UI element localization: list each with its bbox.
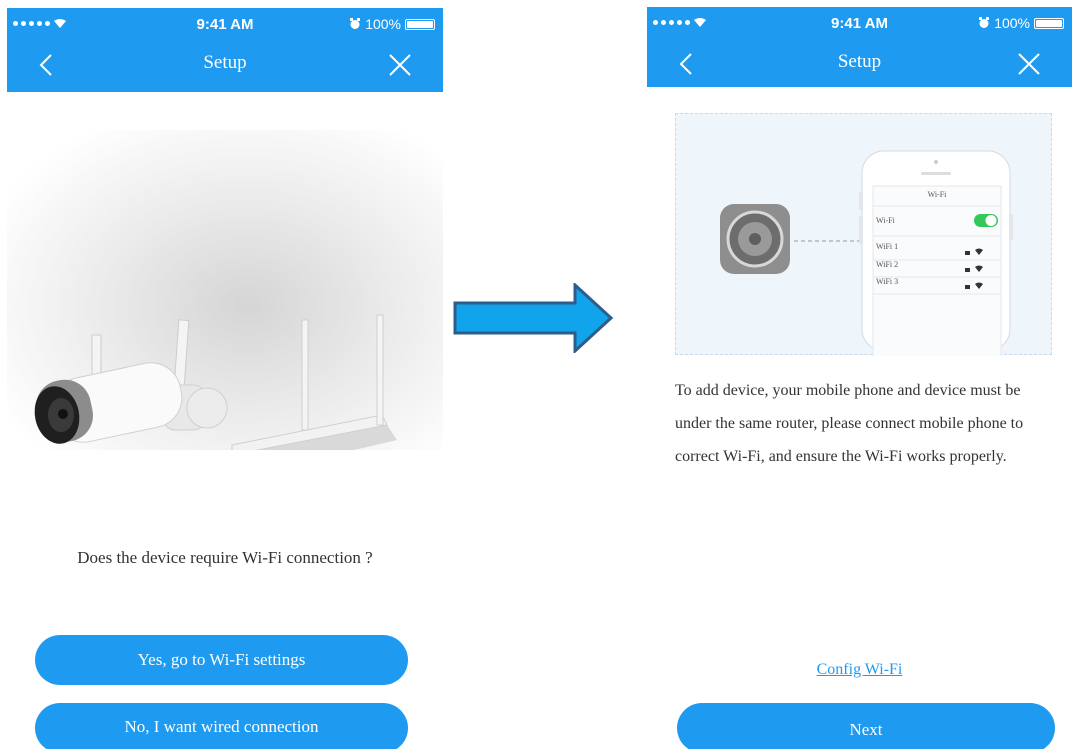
battery-icon: [1034, 17, 1064, 29]
instruction-text: To add device, your mobile phone and dev…: [675, 382, 1024, 465]
battery-indicator: 100%: [349, 16, 435, 32]
page-title: Setup: [837, 51, 882, 72]
camera-router-illustration: [7, 130, 443, 475]
wifi-question: Does the device require Wi-Fi connection…: [77, 548, 373, 567]
setup-screen-wifi-question: 9:41 AM 100% Setup Does the device requi…: [7, 0, 443, 749]
status-bar: 9:41 AM 100%: [7, 8, 443, 40]
battery-indicator: 100%: [978, 15, 1064, 31]
config-wifi-link[interactable]: Config Wi-Fi: [647, 661, 1072, 679]
nav-bar: 9:41 AM 100% Setup: [647, 7, 1072, 87]
alarm-icon: [979, 17, 990, 28]
page-title: Setup: [203, 52, 247, 73]
alarm-icon: [350, 18, 361, 29]
close-x-icon[interactable]: [387, 52, 413, 78]
next-button[interactable]: Next: [677, 703, 1055, 749]
status-bar: 9:41 AM 100%: [647, 7, 1072, 39]
network-item: WiFi 1: [876, 242, 899, 251]
nav-bar: 9:41 AM 100% Setup: [7, 8, 443, 92]
phone-header: Wi-Fi: [927, 190, 947, 199]
close-x-icon[interactable]: [1016, 51, 1042, 77]
phone-toggle-label: Wi-Fi: [876, 216, 895, 225]
network-item: WiFi 2: [876, 260, 899, 269]
yes-wifi-settings-button[interactable]: Yes, go to Wi-Fi settings: [35, 635, 408, 685]
network-item: WiFi 3: [876, 277, 899, 286]
battery-icon: [405, 18, 435, 30]
wired-connection-button[interactable]: No, I want wired connection: [35, 703, 408, 749]
battery-percent: 100%: [365, 16, 401, 32]
arrow-right-icon: [453, 283, 613, 353]
setup-screen-connect-wifi: 9:41 AM 100% Setup Wi-Fi Wi-Fi WiFi 1 Wi…: [647, 0, 1072, 749]
battery-percent: 100%: [994, 15, 1030, 31]
wifi-settings-illustration: Wi-Fi Wi-Fi WiFi 1 WiFi 2 WiFi 3: [675, 113, 1052, 356]
